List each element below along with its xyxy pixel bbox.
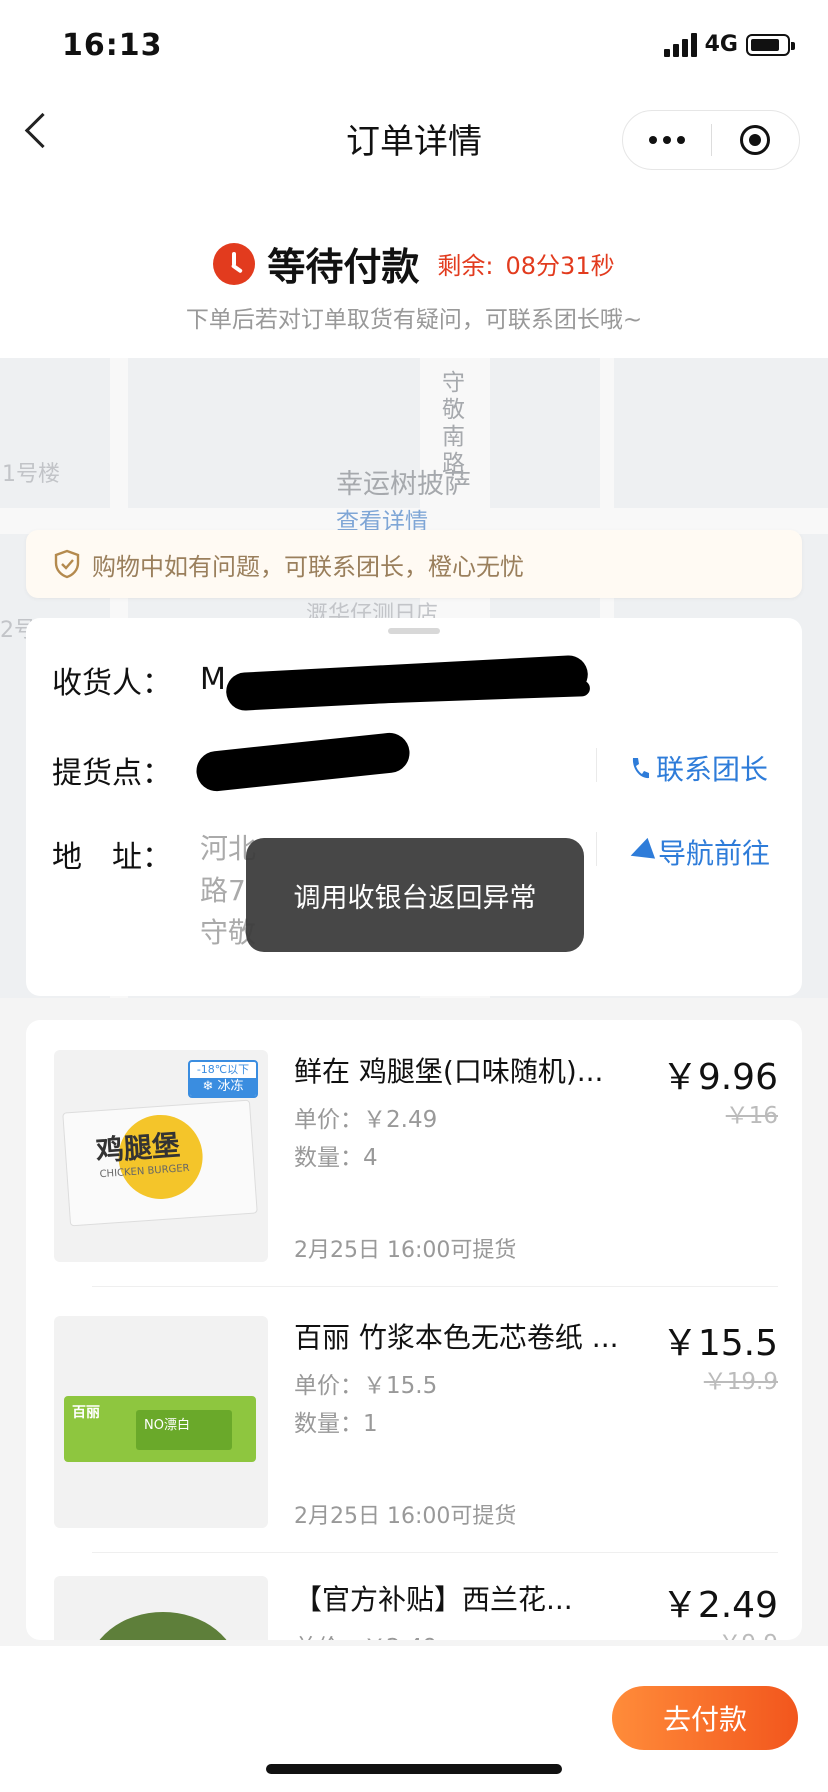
product-price: ￥15.5 [661,1323,778,1364]
product-unit-price: 单价：￥2.49 [294,1628,437,1640]
shield-icon [54,549,80,579]
order-status-row: 等待付款 剩余: 08分31秒 [0,236,828,291]
package-brand: 百丽 [72,1405,100,1421]
product-unit-price: 单价：￥15.5 [294,1373,438,1399]
battery-icon [746,33,795,56]
navigation-arrow-icon [626,837,656,867]
divider [596,832,597,866]
order-status-title: 等待付款 [267,245,420,289]
package-label: NO漂白 [144,1418,190,1433]
navigate-link[interactable]: 导航前往 [626,832,771,872]
map-building-label: 1号楼 [2,462,60,487]
product-image[interactable] [54,1576,268,1640]
product-pickup-time: 2月25日 16:00可提货 [294,1238,517,1263]
signal-icon [663,32,697,57]
product-pickup-time: 2月25日 16:00可提货 [294,1504,517,1529]
pickup-label: 提货点： [52,756,172,791]
remaining-time: 08分31秒 [505,252,615,280]
product-original-price: ￥19.9 [703,1369,778,1395]
status-time: 16:13 [62,28,163,63]
product-price: ￥2.49 [661,1585,778,1626]
receiver-value: M [200,662,226,697]
pay-button[interactable]: 去付款 [612,1686,798,1750]
address-label: 地 址： [52,840,172,875]
home-indicator[interactable] [266,1764,562,1774]
receiver-label: 收货人： [52,666,172,701]
contact-leader-link[interactable]: 联系团长 [630,748,768,788]
product-original-price: ￥16 [725,1103,778,1129]
product-package: 百丽 NO漂白 [64,1396,256,1462]
product-broccoli [88,1612,238,1640]
product-name[interactable]: 百丽 竹浆本色无芯卷纸 ... [294,1316,619,1356]
package-title: 鸡腿堡 [94,1128,181,1168]
navigate-label: 导航前往 [658,837,771,870]
clock-icon [213,242,256,285]
status-indicators: 4G [663,32,795,57]
remaining-label: 剩余: [437,252,494,280]
product-name[interactable]: 鲜在 鸡腿堡(口味随机)... [294,1050,603,1090]
divider [596,748,597,782]
product-image[interactable]: -18℃以下 ❄ 冰冻 鸡腿堡 CHICKEN BURGER [54,1050,268,1262]
product-image[interactable]: 百丽 NO漂白 [54,1316,268,1528]
order-tip: 下单后若对订单取货有疑问，可联系团长哦~ [185,307,643,333]
drag-handle[interactable] [388,628,440,634]
product-list: -18℃以下 ❄ 冰冻 鸡腿堡 CHICKEN BURGER 鲜在 鸡腿堡(口味… [26,1020,802,1640]
mini-program-capsule [622,110,800,170]
badge-type: ❄ 冰冻 [190,1078,256,1096]
contact-leader-label: 联系团长 [656,753,769,786]
product-price: ￥9.96 [661,1057,778,1098]
phone-icon [632,758,649,779]
product-original-price: ￥9.9 [718,1624,778,1640]
map-poi-name: 幸运树披萨 [336,469,471,500]
notice-banner: 购物中如有问题，可联系团长，橙心无忧 [26,530,802,598]
product-divider [92,1552,778,1553]
badge-temp: -18℃以下 [196,1063,250,1076]
product-quantity: 数量：1 [294,1411,378,1437]
network-label: 4G [704,32,738,57]
frozen-badge: -18℃以下 ❄ 冰冻 [188,1060,258,1098]
close-target-icon[interactable] [712,125,800,155]
product-quantity: 数量：4 [294,1145,378,1171]
notice-text: 购物中如有问题，可联系团长，橙心无忧 [92,552,524,581]
more-icon[interactable] [623,136,711,144]
error-toast: 调用收银台返回异常 [246,838,584,952]
product-name[interactable]: 【官方补贴】西兰花... [294,1578,573,1618]
address-line: 路7 [200,874,246,907]
map-road [600,358,614,658]
product-package: 鸡腿堡 CHICKEN BURGER [62,1099,258,1227]
product-divider [92,1286,778,1287]
product-unit-price: 单价：￥2.49 [294,1107,438,1133]
